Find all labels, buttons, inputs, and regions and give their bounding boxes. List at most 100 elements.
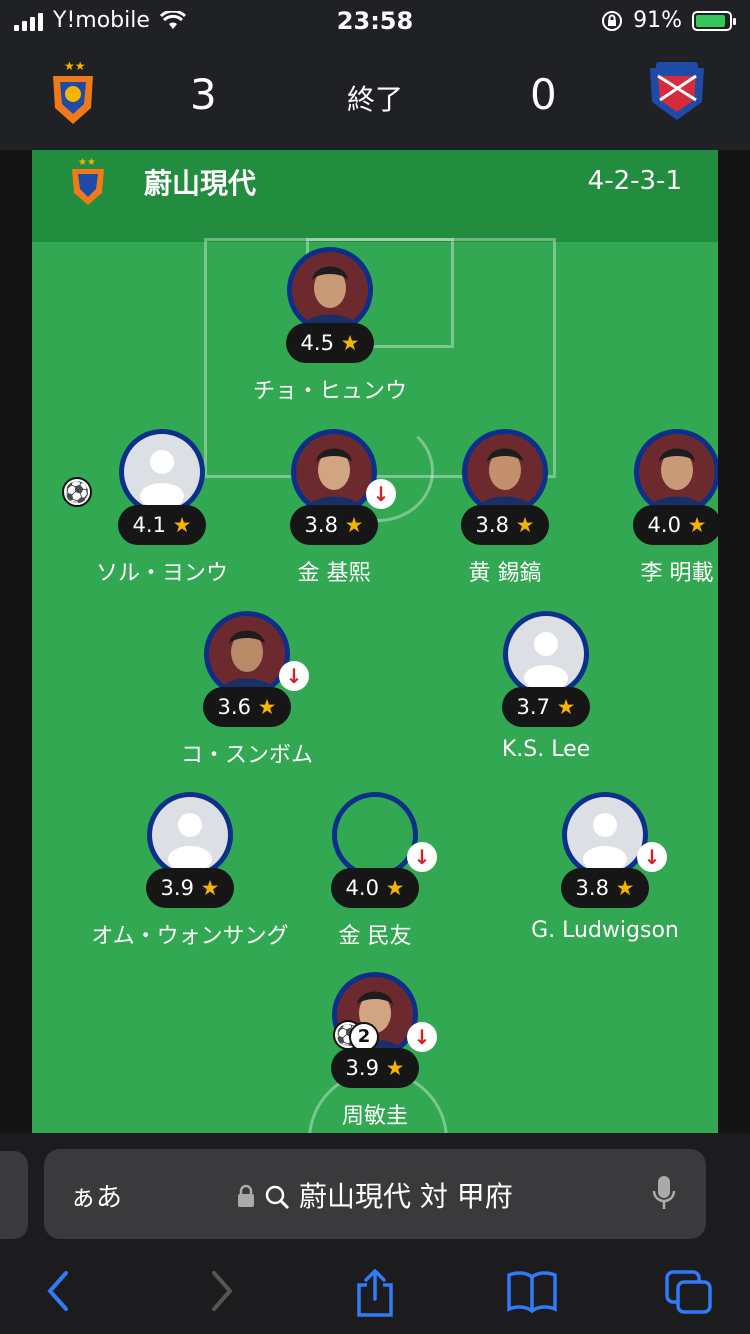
player-card[interactable]: 4.5 ★ チョ・ヒュンウ: [220, 247, 440, 417]
default-avatar-icon: [524, 632, 568, 691]
substituted-arrow-icon: ↓: [637, 842, 667, 872]
star-icon: ★: [515, 513, 535, 537]
mic-icon[interactable]: [652, 1175, 676, 1213]
rating-value: 4.1: [132, 513, 166, 537]
rating-value: 4.5: [300, 331, 334, 355]
formation-label: 4-2-3-1: [587, 166, 682, 196]
rating-value: 3.8: [575, 876, 609, 900]
player-rating: 3.6 ★: [203, 687, 291, 727]
lineup-card: ★★ 蔚山現代 4-2-3-1 4.5 ★ チョ・ヒュンウ ⚽ 4.1 ★ ソル・ヨンウ…: [32, 150, 718, 1133]
battery-icon: [692, 10, 736, 31]
player-photo: [291, 429, 377, 515]
star-icon: ★: [344, 513, 364, 537]
player-face-photo: [639, 434, 715, 510]
player-face-photo: [296, 434, 372, 510]
player-face-photo: [467, 434, 543, 510]
player-card[interactable]: ↓ 4.0 ★ 金 民友: [265, 792, 485, 962]
player-rating: 3.8 ★: [461, 505, 549, 545]
player-face-photo: [292, 252, 368, 328]
player-photo: [287, 247, 373, 333]
player-rating: 3.9 ★: [331, 1048, 419, 1088]
url-display[interactable]: 蔚山現代 対 甲府: [44, 1175, 706, 1215]
player-card[interactable]: 3.7 ★ K.S. Lee: [436, 611, 656, 781]
default-avatar-icon: [583, 813, 627, 872]
rating-value: 3.8: [304, 513, 338, 537]
rating-value: 3.9: [345, 1056, 379, 1080]
player-rating: 3.8 ★: [561, 868, 649, 908]
team-name: 蔚山現代: [144, 167, 257, 200]
player-name: チョ・ヒュンウ: [252, 379, 407, 404]
player-name: G. Ludwigson: [531, 918, 679, 943]
back-icon[interactable]: [44, 1269, 74, 1313]
share-icon[interactable]: [354, 1269, 396, 1317]
svg-text:★★: ★★: [64, 59, 86, 73]
match-status: 終了: [346, 83, 403, 116]
star-icon: ★: [340, 331, 360, 355]
substituted-arrow-icon: ↓: [279, 661, 309, 691]
player-avatar: [119, 429, 205, 515]
player-card[interactable]: ↓ 3.6 ★ コ・スンボム: [137, 611, 357, 781]
player-avatar: [147, 792, 233, 878]
rating-value: 3.6: [217, 695, 251, 719]
player-name: 李 明載: [640, 561, 714, 586]
team-header: ★★ 蔚山現代 4-2-3-1: [32, 150, 718, 242]
star-icon: ★: [385, 876, 405, 900]
player-name: コ・スンボム: [180, 743, 313, 768]
url-text: 蔚山現代 対 甲府: [299, 1180, 513, 1213]
player-rating: 4.5 ★: [286, 323, 374, 363]
player-card[interactable]: ⚽ 2 ↓ 3.9 ★ 周敏圭: [265, 972, 485, 1133]
star-icon: ★: [172, 513, 192, 537]
star-icon: ★: [556, 695, 576, 719]
bookmarks-icon[interactable]: [506, 1269, 558, 1313]
player-photo: [634, 429, 718, 515]
substituted-arrow-icon: ↓: [407, 842, 437, 872]
tabs-icon[interactable]: [664, 1269, 714, 1315]
battery-percent: 91%: [633, 8, 682, 33]
player-rating: 3.8 ★: [290, 505, 378, 545]
away-team-crest-icon[interactable]: [646, 58, 708, 124]
svg-text:★★: ★★: [78, 157, 96, 168]
team-crest-icon: ★★: [72, 157, 104, 205]
soccer-ball-icon: ⚽: [62, 477, 92, 507]
player-avatar: [503, 611, 589, 697]
player-rating: 4.0 ★: [331, 868, 419, 908]
rating-value: 3.8: [475, 513, 509, 537]
rating-value: 4.0: [345, 876, 379, 900]
player-avatar: [332, 792, 418, 878]
browser-toolbar: [0, 1261, 750, 1331]
score-header: ★★ 3 終了 0: [0, 44, 750, 150]
default-avatar-icon: [140, 450, 184, 509]
star-icon: ★: [615, 876, 635, 900]
away-score: 0: [530, 70, 557, 119]
player-rating: 4.0 ★: [633, 505, 718, 545]
browser-chrome: ぁあ 蔚山現代 対 甲府: [0, 1133, 750, 1334]
star-icon: ★: [385, 1056, 405, 1080]
rating-value: 3.7: [516, 695, 550, 719]
star-icon: ★: [200, 876, 220, 900]
player-avatar: [562, 792, 648, 878]
player-rating: 3.7 ★: [502, 687, 590, 727]
star-icon: ★: [687, 513, 707, 537]
player-card[interactable]: ↓ 3.8 ★ G. Ludwigson: [495, 792, 715, 962]
previous-tab-peek[interactable]: [0, 1151, 28, 1239]
player-photo: [462, 429, 548, 515]
player-name: 周敏圭: [341, 1104, 408, 1129]
rating-value: 3.9: [160, 876, 194, 900]
lock-icon: [238, 1184, 255, 1207]
status-bar: Y!mobile 23:58 91%: [0, 0, 750, 44]
player-card[interactable]: 4.0 ★ 李 明載: [567, 429, 718, 599]
star-icon: ★: [257, 695, 277, 719]
search-icon: [265, 1185, 290, 1210]
address-bar[interactable]: ぁあ 蔚山現代 対 甲府: [44, 1149, 706, 1239]
default-avatar-icon: [168, 813, 212, 872]
player-name: K.S. Lee: [501, 737, 591, 762]
player-rating: 4.1 ★: [118, 505, 206, 545]
player-face-photo: [209, 616, 285, 692]
substituted-arrow-icon: ↓: [407, 1022, 437, 1052]
forward-icon[interactable]: [206, 1269, 236, 1313]
orientation-lock-icon: [602, 10, 623, 31]
player-photo: [204, 611, 290, 697]
substituted-arrow-icon: ↓: [366, 479, 396, 509]
rating-value: 4.0: [647, 513, 681, 537]
player-rating: 3.9 ★: [146, 868, 234, 908]
